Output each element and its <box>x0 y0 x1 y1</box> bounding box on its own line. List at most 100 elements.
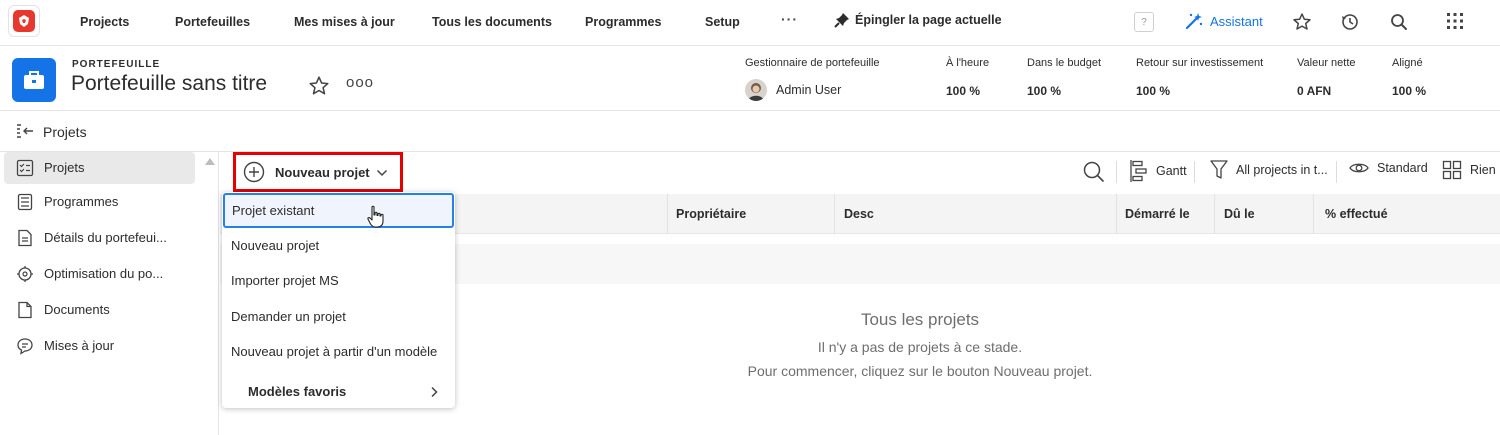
assistant-button[interactable]: Assistant <box>1184 11 1263 31</box>
column-header-percent-complete[interactable]: % effectué <box>1325 207 1388 221</box>
apps-grid-icon[interactable] <box>1446 12 1464 30</box>
history-icon[interactable] <box>1340 12 1360 32</box>
document-details-icon <box>16 229 34 247</box>
grouping-label: Rien <box>1470 163 1496 177</box>
menu-item-new-project[interactable]: Nouveau projet <box>222 228 455 262</box>
new-project-menu: Projet existant Nouveau projet Importer … <box>222 192 455 408</box>
scroll-up-icon[interactable] <box>205 158 215 165</box>
sidebar-item-programs[interactable]: Programmes <box>4 186 195 218</box>
column-header-desc[interactable]: Desc <box>844 207 874 221</box>
portfolio-icon <box>12 58 56 102</box>
brand-logo-icon <box>13 10 35 32</box>
search-icon[interactable] <box>1389 12 1409 32</box>
menu-item-project-from-template[interactable]: Nouveau projet à partir d'un modèle <box>222 334 455 368</box>
projects-list-icon <box>16 159 34 177</box>
collapse-panel-icon[interactable] <box>15 123 35 141</box>
menu-item-label: Nouveau projet <box>231 238 320 253</box>
top-navigation: Projects Portefeuilles Mes mises à jour … <box>0 0 1500 46</box>
nav-portfolios[interactable]: Portefeuilles <box>175 15 250 29</box>
section-title: Projets <box>43 124 87 140</box>
metric-roi-value: 100 % <box>1136 84 1171 98</box>
portfolio-more-button[interactable]: ooo <box>346 74 374 91</box>
menu-item-favorite-templates[interactable]: Modèles favoris <box>222 374 455 408</box>
filter-label: All projects in t... <box>1236 163 1328 177</box>
column-divider <box>1214 194 1215 234</box>
metric-aligned-label: Aligné <box>1392 57 1423 69</box>
pin-icon <box>834 12 850 28</box>
nav-my-updates[interactable]: Mes mises à jour <box>294 15 395 29</box>
gantt-label: Gantt <box>1156 164 1187 178</box>
new-project-button[interactable]: Nouveau projet <box>233 152 403 192</box>
column-divider <box>834 194 835 234</box>
eye-icon <box>1349 160 1369 176</box>
new-project-label: Nouveau projet <box>275 165 370 180</box>
chevron-down-icon <box>376 168 388 178</box>
menu-item-existing-project[interactable]: Projet existant <box>223 193 454 228</box>
app-logo[interactable] <box>8 5 40 37</box>
portfolio-header: PORTEFEUILLE Portefeuille sans titre ooo… <box>0 47 1500 111</box>
favorite-star-icon[interactable] <box>308 75 330 97</box>
sidebar: Projets Programmes Détails du portefeui.… <box>0 152 219 435</box>
toolbar-divider <box>1194 161 1195 183</box>
nav-programs[interactable]: Programmes <box>585 15 661 29</box>
programs-icon <box>16 193 34 211</box>
menu-item-label: Modèles favoris <box>248 384 347 399</box>
column-divider <box>1313 194 1314 234</box>
menu-item-label: Importer projet MS <box>231 273 339 288</box>
metric-on-time-label: À l'heure <box>946 57 990 69</box>
sidebar-item-label: Projets <box>44 160 85 175</box>
menu-item-request-project[interactable]: Demander un projet <box>222 299 455 333</box>
chevron-right-icon <box>430 386 438 398</box>
filter-icon <box>1210 160 1228 180</box>
hand-pointer-cursor-icon <box>366 205 386 229</box>
table-search-icon[interactable] <box>1082 160 1106 184</box>
sidebar-item-label: Documents <box>44 302 110 317</box>
nav-all-documents[interactable]: Tous les documents <box>432 15 552 29</box>
sidebar-item-projects[interactable]: Projets <box>4 152 195 184</box>
manager-label: Gestionnaire de portefeuille <box>745 57 880 69</box>
sidebar-item-updates[interactable]: Mises à jour <box>4 330 195 362</box>
toolbar-divider <box>1336 161 1337 183</box>
portfolio-kicker: PORTEFEUILLE <box>72 59 161 70</box>
comment-bubble-icon <box>16 337 34 355</box>
column-header-start-date[interactable]: Démarré le <box>1125 207 1190 221</box>
menu-item-label: Nouveau projet à partir d'un modèle <box>231 344 438 359</box>
sidebar-item-label: Détails du portefeui... <box>44 230 167 245</box>
metric-aligned-value: 100 % <box>1392 84 1427 98</box>
avatar <box>745 79 767 101</box>
column-header-owner[interactable]: Propriétaire <box>676 207 746 221</box>
filter-dropdown[interactable]: All projects in t... <box>1210 160 1328 180</box>
toolbar-divider <box>1116 161 1117 183</box>
grouping-dropdown[interactable]: Rien <box>1442 160 1496 180</box>
sidebar-item-optimization[interactable]: Optimisation du po... <box>4 258 195 290</box>
metric-budget-value: 100 % <box>1027 84 1062 98</box>
gantt-icon <box>1130 160 1148 182</box>
magic-wand-icon <box>1184 11 1204 31</box>
pin-page-label: Épingler la page actuelle <box>855 13 1002 27</box>
page-title: Portefeuille sans titre <box>71 72 268 95</box>
help-button[interactable]: ? <box>1134 12 1154 32</box>
view-label: Standard <box>1377 161 1428 175</box>
optimization-icon <box>16 265 34 283</box>
document-icon <box>16 301 34 319</box>
sidebar-item-documents[interactable]: Documents <box>4 294 195 326</box>
assistant-label: Assistant <box>1210 13 1263 29</box>
sidebar-item-portfolio-details[interactable]: Détails du portefeui... <box>4 222 195 254</box>
nav-setup[interactable]: Setup <box>705 15 740 29</box>
empty-state-title: Tous les projets <box>860 310 980 329</box>
sidebar-item-label: Programmes <box>44 194 119 209</box>
gantt-button[interactable]: Gantt <box>1130 160 1187 182</box>
sidebar-item-label: Mises à jour <box>44 338 115 353</box>
view-dropdown[interactable]: Standard <box>1349 160 1428 176</box>
nav-more-button[interactable]: ··· <box>781 11 798 27</box>
menu-item-import-ms-project[interactable]: Importer projet MS <box>222 263 455 297</box>
metric-on-time-value: 100 % <box>946 84 981 98</box>
star-icon[interactable] <box>1292 12 1312 32</box>
column-header-due-date[interactable]: Dû le <box>1224 207 1255 221</box>
nav-projects[interactable]: Projects <box>80 15 129 29</box>
menu-item-label: Demander un projet <box>231 309 346 324</box>
section-header: Projets <box>0 112 1500 152</box>
metric-net-value-label: Valeur nette <box>1297 57 1356 69</box>
pin-page-button[interactable]: Épingler la page actuelle <box>834 12 1002 28</box>
manager-name[interactable]: Admin User <box>776 83 841 97</box>
